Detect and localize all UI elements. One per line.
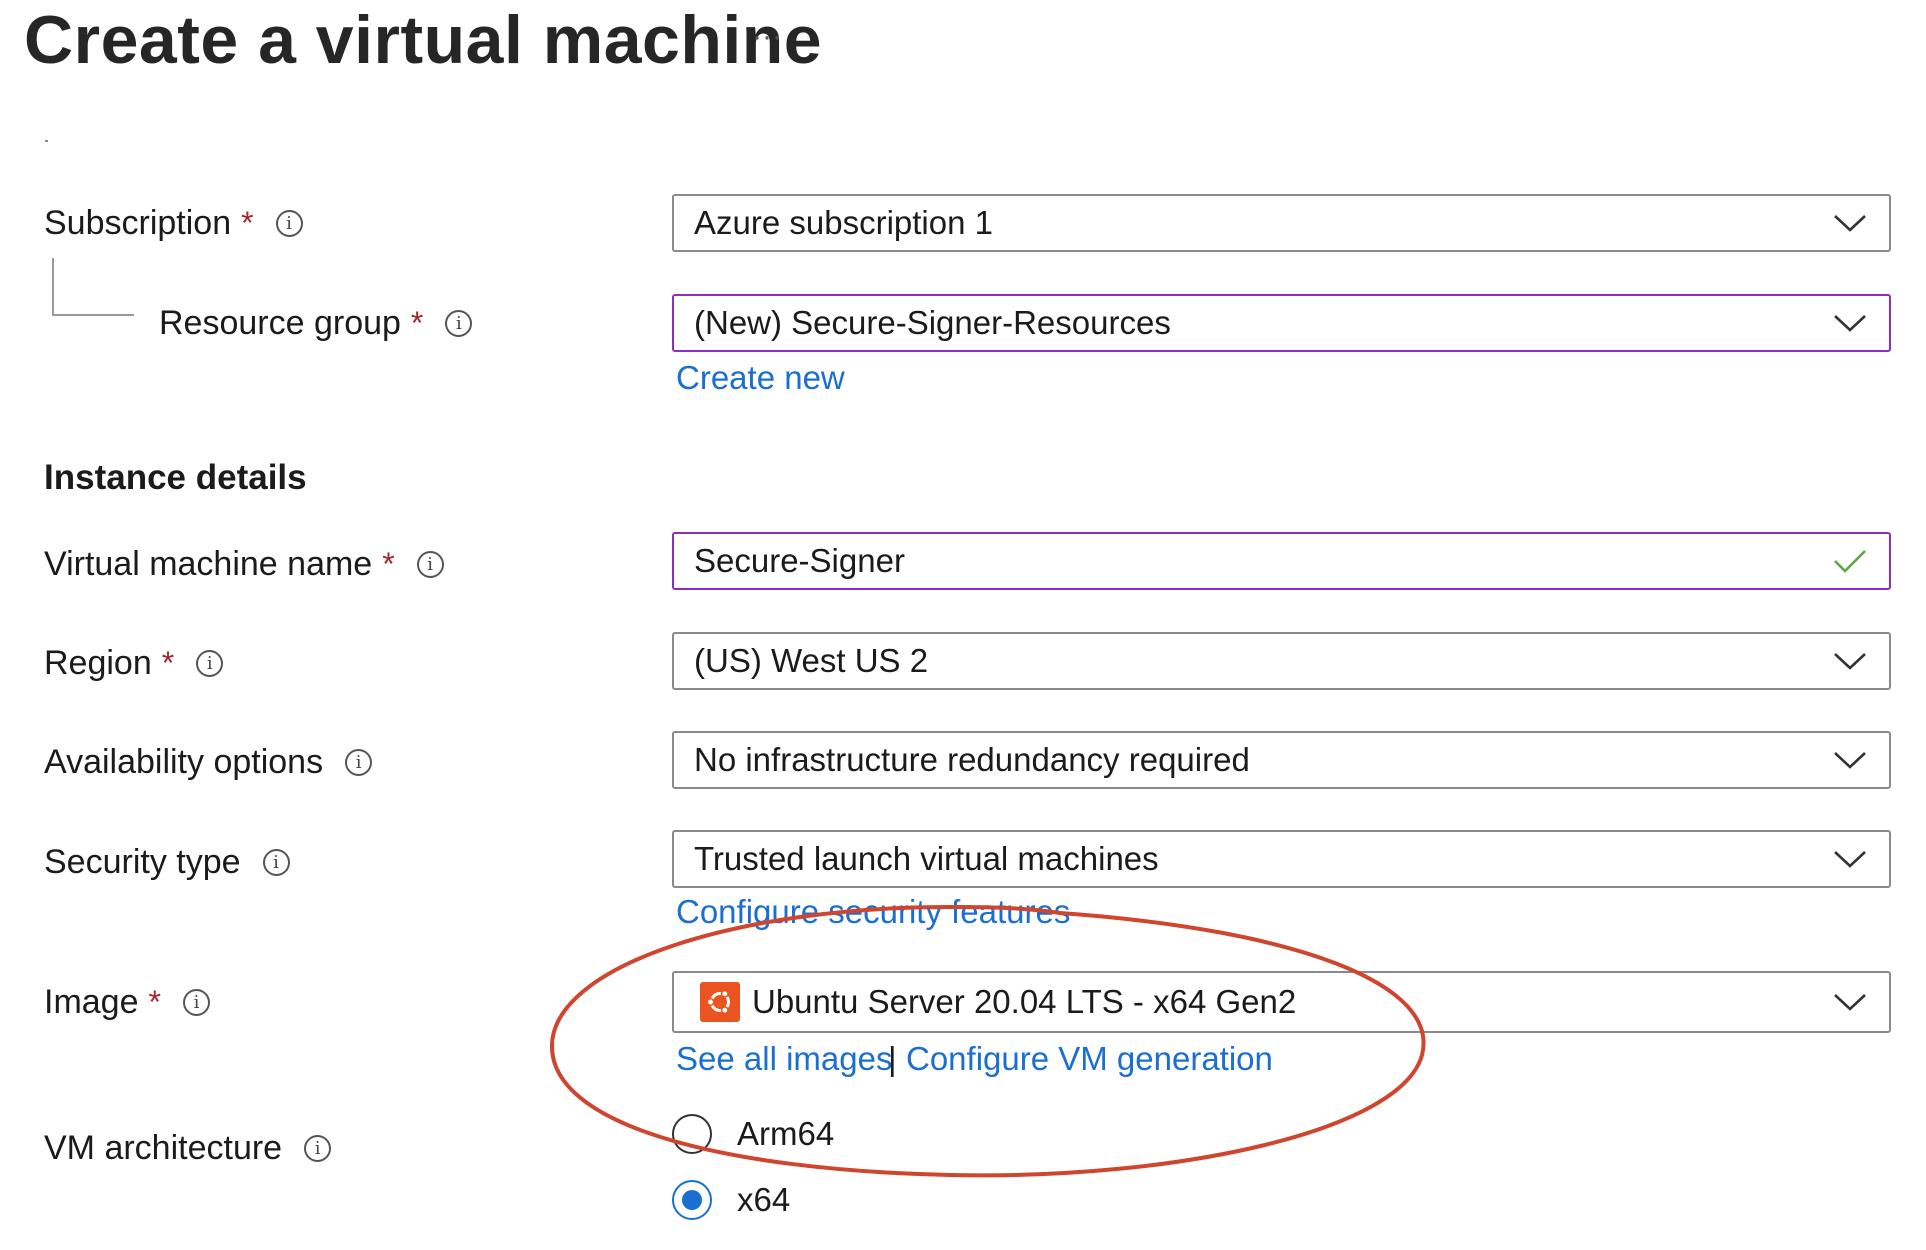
instance-details-heading: Instance details bbox=[44, 458, 307, 497]
info-icon[interactable]: i bbox=[196, 650, 224, 677]
region-label-row: Region * i bbox=[44, 644, 224, 683]
see-all-images-link[interactable]: See all images bbox=[676, 1040, 892, 1078]
security-type-dropdown[interactable]: Trusted launch virtual machines bbox=[672, 830, 1891, 888]
availability-label: Availability options bbox=[44, 743, 324, 781]
radio-selected-dot bbox=[682, 1190, 702, 1210]
arm64-radio-option[interactable]: Arm64 bbox=[672, 1114, 834, 1154]
x64-radio-option[interactable]: x64 bbox=[672, 1180, 790, 1220]
arm64-radio[interactable] bbox=[672, 1114, 712, 1154]
resource-group-dropdown[interactable]: (New) Secure-Signer-Resources bbox=[672, 294, 1891, 352]
checkmark-icon bbox=[1834, 550, 1866, 573]
vm-name-label: Virtual machine name bbox=[44, 545, 373, 583]
configure-vm-generation-link[interactable]: Configure VM generation bbox=[906, 1040, 1273, 1078]
region-dropdown[interactable]: (US) West US 2 bbox=[672, 632, 1891, 690]
security-type-label: Security type bbox=[44, 843, 241, 881]
region-label: Region bbox=[44, 644, 152, 682]
page-title: Create a virtual machine bbox=[24, 2, 823, 78]
subscription-dropdown[interactable]: Azure subscription 1 bbox=[672, 194, 1891, 252]
resource-group-label-row: Resource group * i bbox=[159, 304, 473, 343]
x64-label: x64 bbox=[737, 1181, 791, 1218]
chevron-down-icon bbox=[1834, 315, 1866, 332]
ubuntu-logo-icon bbox=[700, 982, 740, 1022]
required-marker: * bbox=[241, 205, 254, 241]
required-marker: * bbox=[410, 305, 424, 341]
availability-value: No infrastructure redundancy required bbox=[694, 741, 1250, 778]
required-marker: * bbox=[382, 546, 395, 582]
region-value: (US) West US 2 bbox=[694, 642, 929, 679]
chevron-down-icon bbox=[1834, 215, 1866, 232]
info-icon[interactable]: i bbox=[275, 210, 303, 237]
chevron-down-icon bbox=[1834, 752, 1866, 769]
vm-architecture-label-row: VM architecture i bbox=[44, 1129, 332, 1168]
resource-group-label: Resource group bbox=[159, 304, 401, 342]
configure-security-features-link[interactable]: Configure security features bbox=[676, 893, 1070, 931]
required-marker: * bbox=[148, 984, 161, 1020]
image-value: Ubuntu Server 20.04 LTS - x64 Gen2 bbox=[752, 983, 1297, 1020]
info-icon[interactable]: i bbox=[445, 310, 473, 337]
security-type-label-row: Security type i bbox=[44, 843, 290, 882]
availability-dropdown[interactable]: No infrastructure redundancy required bbox=[672, 731, 1891, 789]
subscription-value: Azure subscription 1 bbox=[694, 204, 993, 241]
vm-name-value: Secure-Signer bbox=[694, 542, 905, 579]
chevron-down-icon bbox=[1834, 851, 1866, 868]
vm-architecture-label: VM architecture bbox=[44, 1129, 283, 1167]
info-icon[interactable]: i bbox=[345, 749, 373, 776]
chevron-down-icon bbox=[1834, 653, 1866, 670]
arm64-label: Arm64 bbox=[737, 1115, 835, 1152]
subscription-label-row: Subscription * i bbox=[44, 204, 303, 243]
chevron-down-icon bbox=[1834, 994, 1866, 1011]
hierarchy-connector bbox=[52, 258, 134, 316]
resource-group-value: (New) Secure-Signer-Resources bbox=[694, 304, 1171, 341]
create-new-resource-group-link[interactable]: Create new bbox=[676, 359, 845, 397]
x64-radio[interactable] bbox=[672, 1180, 712, 1220]
info-icon[interactable]: i bbox=[262, 849, 290, 876]
info-icon[interactable]: i bbox=[416, 551, 444, 578]
vm-name-label-row: Virtual machine name * i bbox=[44, 545, 444, 584]
divider-mark bbox=[45, 140, 48, 142]
required-marker: * bbox=[161, 645, 175, 681]
availability-label-row: Availability options i bbox=[44, 743, 373, 782]
more-options-button[interactable]: ··· bbox=[748, 18, 786, 56]
image-label-row: Image * i bbox=[44, 983, 210, 1022]
image-dropdown[interactable]: Ubuntu Server 20.04 LTS - x64 Gen2 bbox=[672, 971, 1891, 1033]
info-icon[interactable]: i bbox=[304, 1135, 332, 1162]
security-type-value: Trusted launch virtual machines bbox=[694, 840, 1159, 877]
info-icon[interactable]: i bbox=[182, 989, 210, 1016]
vm-name-input[interactable]: Secure-Signer bbox=[672, 532, 1891, 590]
link-separator: | bbox=[888, 1040, 897, 1077]
image-label: Image bbox=[44, 983, 139, 1021]
subscription-label: Subscription bbox=[44, 204, 232, 242]
